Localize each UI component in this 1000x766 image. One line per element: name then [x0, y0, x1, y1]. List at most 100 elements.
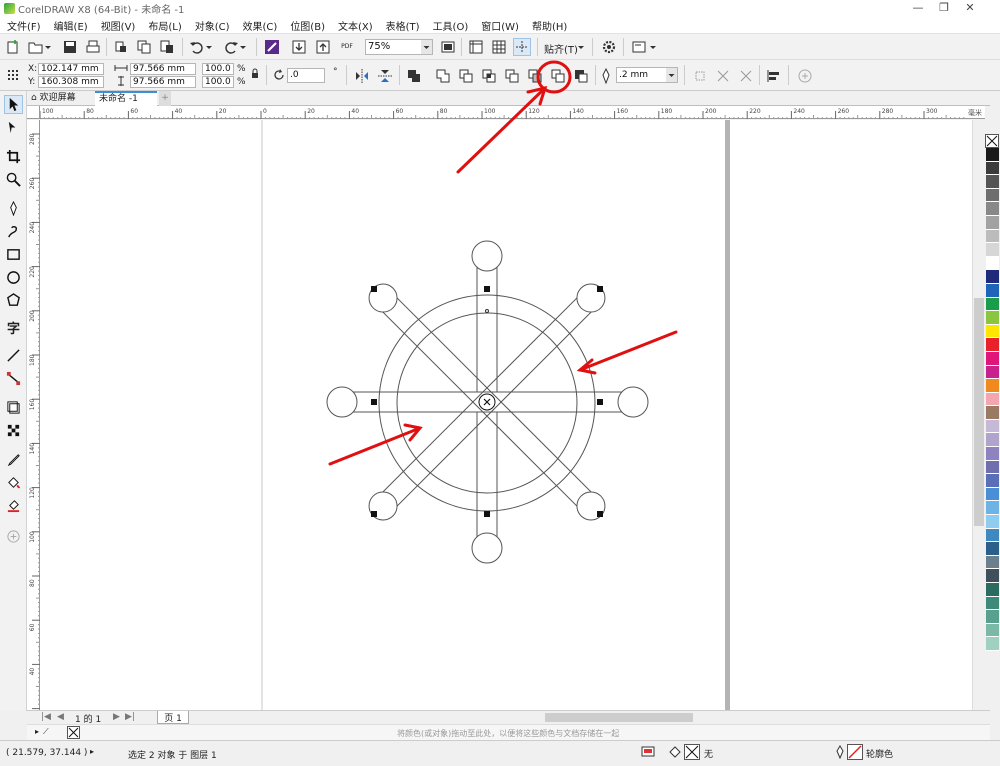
menu-file[interactable]: 文件(F) [7, 18, 41, 33]
palette-swatch[interactable] [986, 610, 999, 624]
paste-icon[interactable] [158, 38, 176, 56]
palette-swatch[interactable] [986, 596, 999, 611]
fill-bucket-icon[interactable] [668, 745, 682, 759]
front-minus-back-icon[interactable] [526, 67, 544, 85]
palette-swatch[interactable] [986, 474, 999, 488]
publish-pdf-icon[interactable]: PDF [338, 37, 356, 55]
palette-swatch[interactable] [986, 637, 999, 651]
intersect-icon[interactable] [480, 67, 498, 85]
snap-to-button[interactable]: 贴齐(T) [544, 41, 578, 56]
open-dropdown-icon[interactable] [43, 38, 53, 56]
fill-none-swatch[interactable] [684, 744, 700, 760]
import-icon[interactable] [112, 38, 130, 56]
prev-page-icon[interactable]: ◀ [57, 712, 64, 722]
palette-swatch[interactable] [986, 311, 999, 325]
menu-effects[interactable]: 效果(C) [243, 18, 278, 33]
horizontal-ruler[interactable]: 100 80 60 40 20 0 20 40 60 80 100 120 140 160 180 200 22… [40, 106, 990, 119]
undo-dropdown-icon[interactable] [204, 38, 214, 56]
combine-icon[interactable] [405, 67, 423, 85]
width-field[interactable]: 97.566 mm [130, 63, 196, 75]
restore-button[interactable]: ❐ [936, 1, 952, 15]
align-distribute-icon[interactable] [765, 67, 783, 85]
mirror-horizontal-icon[interactable] [353, 67, 371, 85]
palette-swatch[interactable] [986, 555, 999, 570]
palette-swatch[interactable] [986, 297, 999, 312]
menu-tools[interactable]: 工具(O) [433, 18, 469, 33]
shape-tool-icon[interactable] [4, 118, 23, 137]
mirror-vertical-icon[interactable] [376, 67, 394, 85]
freehand-tool-icon[interactable] [4, 199, 23, 218]
palette-swatch[interactable] [986, 379, 999, 393]
page-tab-1[interactable]: 页 1 [157, 711, 189, 724]
tab-document[interactable]: 未命名 -1 [95, 91, 157, 106]
palette-swatch[interactable] [986, 270, 999, 284]
save-icon[interactable] [61, 38, 79, 56]
palette-swatch[interactable] [986, 392, 999, 407]
transparency-icon[interactable] [4, 421, 23, 440]
palette-swatch[interactable] [986, 256, 999, 271]
palette-arrow-icon[interactable]: ▸ [35, 727, 39, 736]
outline-pen-status-icon[interactable] [835, 745, 845, 760]
lock-ratio-icon[interactable] [249, 68, 261, 80]
polygon-tool-icon[interactable] [4, 291, 23, 310]
ellipse-tool-icon[interactable] [4, 268, 23, 287]
outline-pen-icon[interactable] [600, 67, 612, 85]
show-guidelines-icon[interactable] [513, 38, 531, 56]
palette-swatch[interactable] [986, 338, 999, 352]
text-wrap-icon[interactable] [691, 67, 709, 85]
print-icon[interactable] [84, 38, 102, 56]
palette-swatch[interactable] [986, 569, 999, 583]
vertical-scroll-thumb[interactable] [974, 298, 984, 526]
color-eyedropper-icon[interactable] [4, 450, 23, 469]
search-content-icon[interactable] [263, 38, 281, 56]
palette-scroll-up-icon[interactable] [985, 106, 1000, 120]
drawing-canvas[interactable] [40, 120, 972, 710]
menu-edit[interactable]: 编辑(E) [54, 18, 88, 33]
new-tab-button[interactable]: + [159, 91, 171, 106]
rectangle-tool-icon[interactable] [4, 245, 23, 264]
copy-icon[interactable] [135, 38, 153, 56]
horizontal-scroll-thumb[interactable] [545, 713, 693, 722]
palette-swatch[interactable] [986, 515, 999, 529]
palette-swatch[interactable] [986, 623, 999, 638]
back-minus-front-icon[interactable] [549, 67, 567, 85]
full-screen-icon[interactable] [439, 38, 457, 56]
palette-swatch[interactable] [986, 365, 999, 380]
add-icon[interactable] [796, 67, 814, 85]
export-arrow-icon[interactable] [314, 38, 332, 56]
show-grid-icon[interactable] [490, 38, 508, 56]
eyedropper-small-icon[interactable]: ⟋ [43, 727, 49, 737]
menu-bitmaps[interactable]: 位图(B) [290, 18, 325, 33]
vertical-scrollbar[interactable] [972, 120, 985, 710]
minimize-button[interactable]: — [910, 1, 926, 15]
node-tool-icon[interactable] [714, 67, 732, 85]
menu-view[interactable]: 视图(V) [101, 18, 136, 33]
show-rulers-icon[interactable] [467, 38, 485, 56]
smart-fill-icon[interactable] [4, 496, 23, 515]
new-document-icon[interactable] [4, 38, 22, 56]
document-no-color-swatch[interactable] [67, 726, 80, 739]
palette-swatch[interactable] [986, 324, 999, 339]
snap-dropdown-icon[interactable] [576, 38, 586, 56]
redo-dropdown-icon[interactable] [238, 38, 248, 56]
palette-swatch[interactable] [986, 215, 999, 230]
create-boundary-icon[interactable] [572, 67, 590, 85]
menu-object[interactable]: 对象(C) [195, 18, 230, 33]
palette-swatch[interactable] [986, 433, 999, 448]
zoom-tool-icon[interactable] [4, 170, 23, 189]
scale-height-field[interactable]: 100.0 [202, 76, 234, 88]
outline-color-swatch[interactable] [847, 744, 863, 760]
artistic-media-icon[interactable] [4, 222, 23, 241]
palette-swatch[interactable] [986, 229, 999, 244]
options-gear-icon[interactable] [600, 38, 618, 56]
palette-swatch[interactable] [986, 460, 999, 475]
launcher-dropdown-icon[interactable] [648, 38, 658, 56]
no-color-swatch[interactable] [985, 134, 999, 148]
color-proofing-icon[interactable] [641, 745, 655, 759]
parallel-dimension-icon[interactable] [4, 346, 23, 365]
palette-swatch[interactable] [986, 148, 999, 162]
add-tool-icon[interactable] [4, 527, 23, 546]
trim-icon[interactable] [457, 67, 475, 85]
palette-swatch[interactable] [986, 487, 999, 502]
vertical-ruler[interactable]: 28026024022020018016014012010080604020 [27, 120, 40, 710]
